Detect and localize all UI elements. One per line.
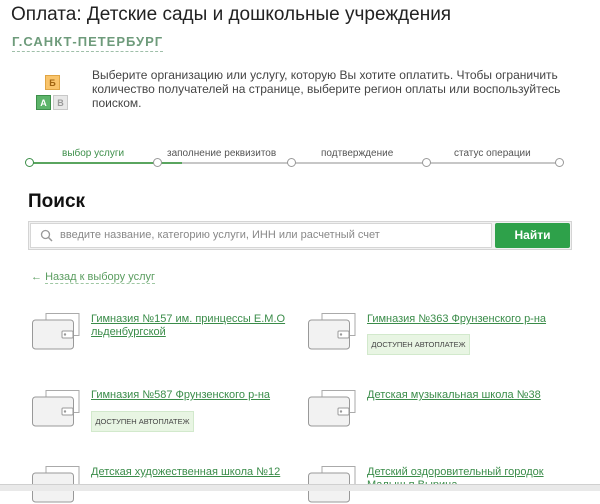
find-button[interactable]: Найти (495, 223, 570, 248)
step-label-status: статус операции (454, 148, 531, 159)
wallet-icon (32, 313, 80, 350)
step-label-confirm: подтверждение (321, 148, 394, 159)
step-dot (555, 158, 564, 167)
wallet-icon (308, 313, 356, 350)
org-link-art-school-12[interactable]: Детская художественная школа №12 (91, 466, 280, 479)
search-placeholder: введите название, категорию услуги, ИНН … (60, 229, 380, 241)
search-icon (40, 229, 53, 242)
step-dot (25, 158, 34, 167)
page-title: Оплата: Детские сады и дошкольные учрежд… (11, 4, 452, 25)
cube-a: А (36, 95, 51, 110)
org-name-line1: Детская музыкальная школа №38 (367, 389, 541, 401)
step-dot (422, 158, 431, 167)
org-link-gymnasium-587[interactable]: Гимназия №587 Фрунзенского р-на (91, 389, 270, 402)
cube-v: В (53, 95, 68, 110)
org-name-line1: Детская художественная школа №12 (91, 466, 281, 478)
autopay-badge: ДОСТУПЕН АВТОПЛАТЕЖ (91, 411, 194, 432)
back-link[interactable]: ← Назад к выбору услуг (31, 271, 156, 284)
org-name-line1: Гимназия №587 Фрунзенского р-на (91, 389, 271, 401)
step-dot (287, 158, 296, 167)
search-input[interactable]: введите название, категорию услуги, ИНН … (30, 223, 492, 248)
intro-text: Выберите организацию или услугу, которую… (92, 68, 561, 110)
search-heading: Поиск (28, 191, 86, 212)
step-dot (153, 158, 162, 167)
region-selector[interactable]: Г.САНКТ-ПЕТЕРБУРГ (12, 34, 164, 52)
wallet-icon (32, 390, 80, 427)
org-name-line2: льденбургской (91, 326, 166, 338)
progress-steps: выбор услуги заполнение реквизитов подтв… (22, 145, 570, 175)
org-link-music-school-38[interactable]: Детская музыкальная школа №38 (367, 389, 541, 402)
back-arrow-icon: ← (31, 271, 42, 283)
autopay-badge: ДОСТУПЕН АВТОПЛАТЕЖ (367, 334, 470, 355)
back-link-label: Назад к выбору услуг (45, 271, 156, 284)
step-label-service: выбор услуги (62, 148, 125, 159)
search-bar: введите название, категорию услуги, ИНН … (28, 221, 572, 250)
org-name-line1: Детский оздоровительный городок (367, 466, 544, 478)
step-label-requisites: заполнение реквизитов (167, 148, 277, 159)
cube-b: Б (45, 75, 60, 90)
blocks-icon: Б А В (32, 75, 74, 119)
wallet-icon (308, 390, 356, 427)
org-name-line1: Гимназия №363 Фрунзенского р-на (367, 313, 547, 325)
org-link-gymnasium-363[interactable]: Гимназия №363 Фрунзенского р-на (367, 313, 546, 326)
org-name-line1: Гимназия №157 им. принцессы Е.М.О (91, 313, 286, 325)
org-link-gymnasium-157[interactable]: Гимназия №157 им. принцессы Е.М.О льденб… (91, 313, 285, 339)
